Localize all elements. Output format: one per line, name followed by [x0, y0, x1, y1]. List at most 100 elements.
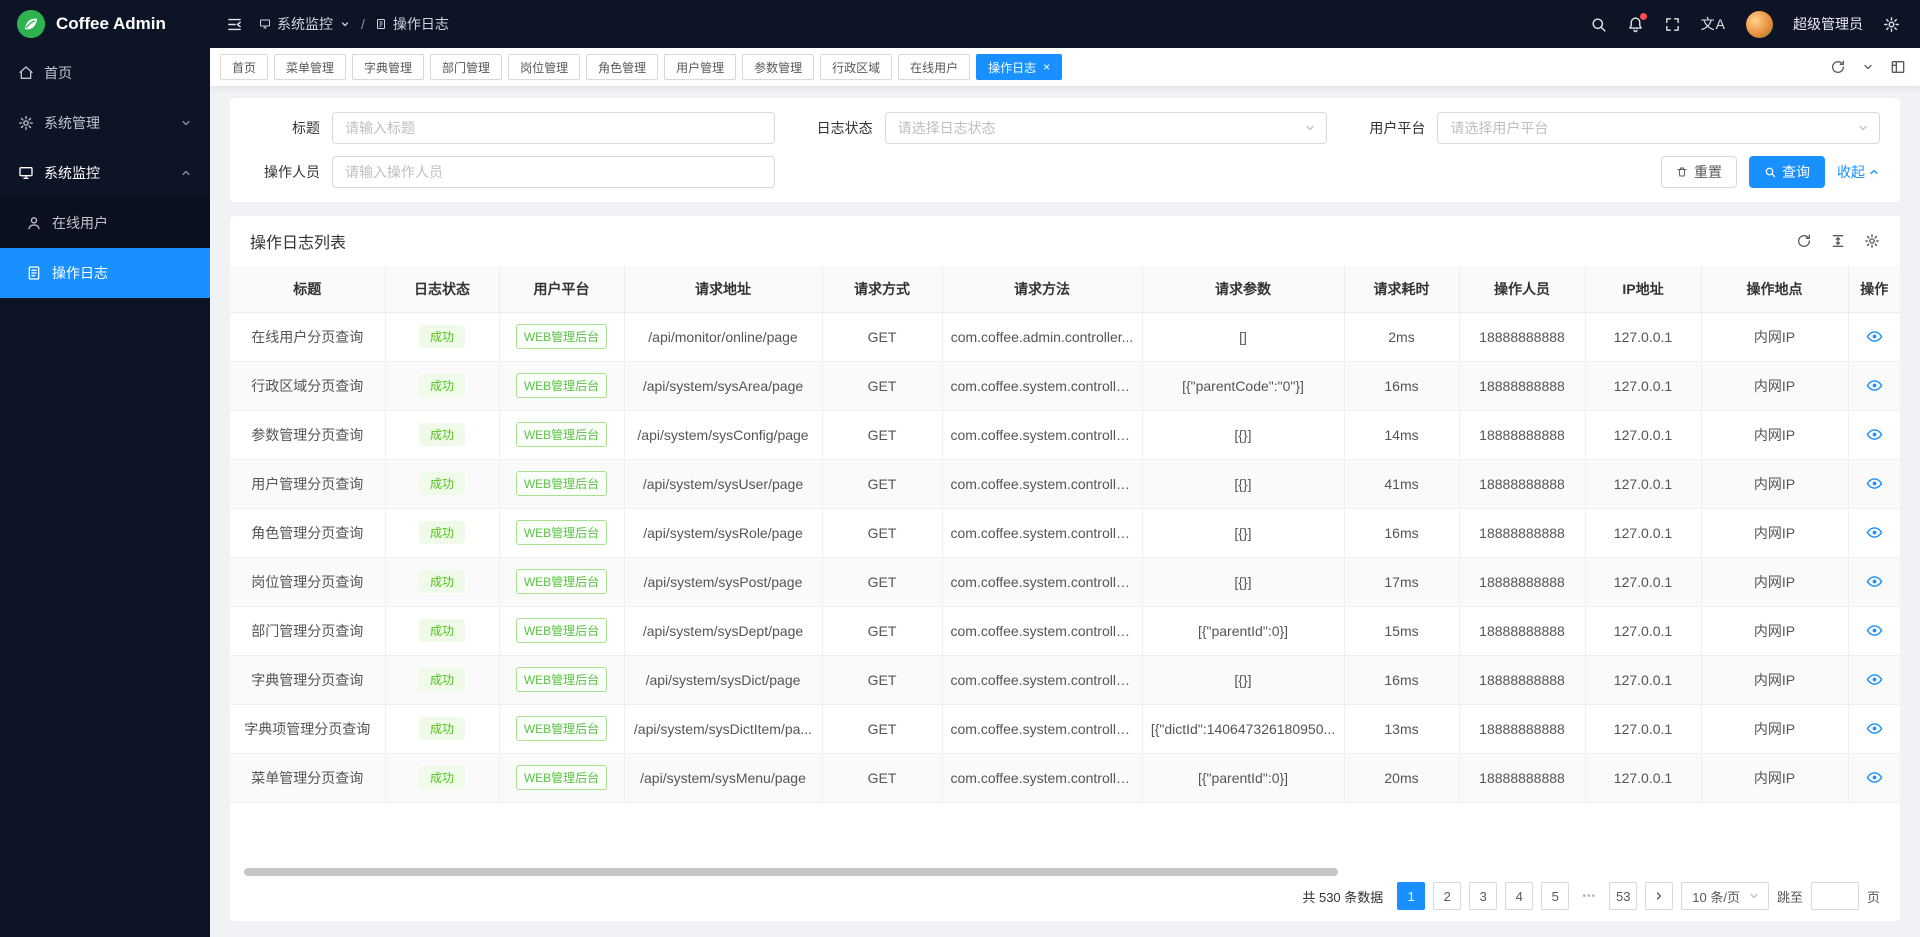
breadcrumb-item-monitor[interactable]: 系统监控: [259, 14, 351, 34]
request-duration-cell: 16ms: [1344, 508, 1459, 557]
tab-菜单管理[interactable]: 菜单管理: [274, 54, 346, 80]
query-button[interactable]: 查询: [1749, 156, 1825, 188]
log-title-cell: 岗位管理分页查询: [230, 557, 385, 606]
view-detail-eye-icon[interactable]: [1866, 328, 1883, 345]
sidebar-item-home[interactable]: 首页: [0, 48, 210, 98]
view-detail-eye-icon[interactable]: [1866, 426, 1883, 443]
platform-badge: WEB管理后台: [516, 422, 607, 447]
search-icon[interactable]: [1590, 16, 1607, 33]
tab-字典管理[interactable]: 字典管理: [352, 54, 424, 80]
tab-部门管理[interactable]: 部门管理: [430, 54, 502, 80]
tab-label: 岗位管理: [520, 59, 568, 76]
pagination-page-1[interactable]: 1: [1397, 882, 1425, 910]
gear-icon: [18, 115, 34, 131]
view-detail-eye-icon[interactable]: [1866, 524, 1883, 541]
row-density-icon[interactable]: [1830, 233, 1846, 249]
reset-button[interactable]: 重置: [1661, 156, 1737, 188]
pagination-next-button[interactable]: [1645, 882, 1673, 910]
table-row: 菜单管理分页查询成功WEB管理后台/api/system/sysMenu/pag…: [230, 753, 1900, 802]
log-title-cell: 菜单管理分页查询: [230, 753, 385, 802]
pagination-page-2[interactable]: 2: [1433, 882, 1461, 910]
view-detail-eye-icon[interactable]: [1866, 671, 1883, 688]
operator-cell: 18888888888: [1459, 459, 1585, 508]
user-platform-cell: WEB管理后台: [499, 361, 624, 410]
user-name[interactable]: 超级管理员: [1793, 14, 1863, 34]
filter-panel: 标题 日志状态 请选择日志状态 用户平台 请选择用户平台: [230, 98, 1900, 202]
fullscreen-icon[interactable]: [1664, 16, 1681, 33]
view-detail-eye-icon[interactable]: [1866, 622, 1883, 639]
pagination-page-3[interactable]: 3: [1469, 882, 1497, 910]
request-handler-cell: com.coffee.system.controlle...: [942, 753, 1142, 802]
status-success-badge: 成功: [419, 374, 465, 397]
action-cell: [1848, 410, 1900, 459]
tab-list: 首页菜单管理字典管理部门管理 岗位管理 角色管理用户管理参数管理行政区域在线用户操作…: [220, 54, 1062, 80]
pagination-pages: 12345 ••• 53: [1397, 882, 1637, 910]
language-switch-icon[interactable]: 文A: [1701, 14, 1726, 34]
log-status-select[interactable]: 请选择日志状态: [885, 112, 1328, 144]
refresh-icon[interactable]: [1830, 59, 1846, 75]
chevron-right-icon: [1653, 890, 1665, 902]
request-handler-cell: com.coffee.system.controlle...: [942, 459, 1142, 508]
app-title: Coffee Admin: [56, 14, 166, 34]
location-cell: 内网IP: [1701, 704, 1848, 753]
table-row: 在线用户分页查询成功WEB管理后台/api/monitor/online/pag…: [230, 312, 1900, 361]
request-url-cell: /api/system/sysDict/page: [624, 655, 822, 704]
ip-address-cell: 127.0.0.1: [1585, 557, 1701, 606]
status-success-badge: 成功: [419, 423, 465, 446]
collapse-sidebar-icon[interactable]: [226, 16, 243, 33]
user-platform-cell: WEB管理后台: [499, 655, 624, 704]
log-status-cell: 成功: [385, 410, 499, 459]
monitor-icon: [259, 18, 271, 30]
tab-操作日志[interactable]: 操作日志×: [976, 54, 1062, 80]
sidebar-item-system-monitor[interactable]: 系统监控: [0, 148, 210, 198]
tab-close-icon[interactable]: ×: [1043, 61, 1050, 73]
chevron-down-icon[interactable]: [1862, 61, 1874, 73]
request-url-cell: /api/monitor/online/page: [624, 312, 822, 361]
app-logo[interactable]: Coffee Admin: [0, 0, 210, 48]
view-detail-eye-icon[interactable]: [1866, 377, 1883, 394]
page-size-select[interactable]: 10 条/页: [1681, 882, 1769, 910]
view-detail-eye-icon[interactable]: [1866, 573, 1883, 590]
title-input[interactable]: [332, 112, 775, 144]
view-detail-eye-icon[interactable]: [1866, 475, 1883, 492]
table-header-row: 标题日志状态用户平台请求地址请求方式请求方法请求参数请求耗时操作人员IP地址操作…: [230, 266, 1900, 312]
sidebar: Coffee Admin 首页 系统管理 系统监控 在线用户: [0, 0, 210, 937]
pagination-ellipsis[interactable]: •••: [1577, 891, 1601, 902]
avatar[interactable]: [1746, 11, 1773, 38]
view-detail-eye-icon[interactable]: [1866, 720, 1883, 737]
tab-角色管理[interactable]: 角色管理: [586, 54, 658, 80]
notifications-button[interactable]: [1627, 16, 1644, 33]
breadcrumb-item-operation-log[interactable]: 操作日志: [375, 14, 449, 34]
operator-input[interactable]: [332, 156, 775, 188]
tab-行政区域[interactable]: 行政区域: [820, 54, 892, 80]
layout-icon[interactable]: [1890, 59, 1906, 75]
collapse-filter-button[interactable]: 收起: [1837, 162, 1880, 182]
table-row: 用户管理分页查询成功WEB管理后台/api/system/sysUser/pag…: [230, 459, 1900, 508]
user-platform-cell: WEB管理后台: [499, 753, 624, 802]
tab-参数管理[interactable]: 参数管理: [742, 54, 814, 80]
pagination-page-53[interactable]: 53: [1609, 882, 1637, 910]
pagination-page-4[interactable]: 4: [1505, 882, 1533, 910]
column-settings-gear-icon[interactable]: [1864, 233, 1880, 249]
tab-岗位管理[interactable]: 岗位管理: [508, 54, 580, 80]
horizontal-scrollbar-thumb[interactable]: [244, 868, 1338, 876]
user-platform-select[interactable]: 请选择用户平台: [1437, 112, 1880, 144]
settings-gear-icon[interactable]: [1883, 16, 1900, 33]
sidebar-item-operation-log[interactable]: 操作日志: [0, 248, 210, 298]
ip-address-cell: 127.0.0.1: [1585, 508, 1701, 557]
jump-page-suffix-label: 页: [1867, 887, 1880, 906]
refresh-icon[interactable]: [1796, 233, 1812, 249]
sidebar-item-system-management[interactable]: 系统管理: [0, 98, 210, 148]
horizontal-scrollbar-track[interactable]: [236, 867, 1894, 877]
jump-page-input[interactable]: [1811, 882, 1859, 910]
sidebar-item-online-users[interactable]: 在线用户: [0, 198, 210, 248]
tab-用户管理[interactable]: 用户管理: [664, 54, 736, 80]
tab-首页[interactable]: 首页: [220, 54, 268, 80]
tab-在线用户[interactable]: 在线用户: [898, 54, 970, 80]
pagination-page-5[interactable]: 5: [1541, 882, 1569, 910]
view-detail-eye-icon[interactable]: [1866, 769, 1883, 786]
topbar-actions: 文A 超级管理员: [1590, 11, 1900, 38]
platform-badge: WEB管理后台: [516, 765, 607, 790]
user-icon: [26, 215, 42, 231]
action-cell: [1848, 459, 1900, 508]
